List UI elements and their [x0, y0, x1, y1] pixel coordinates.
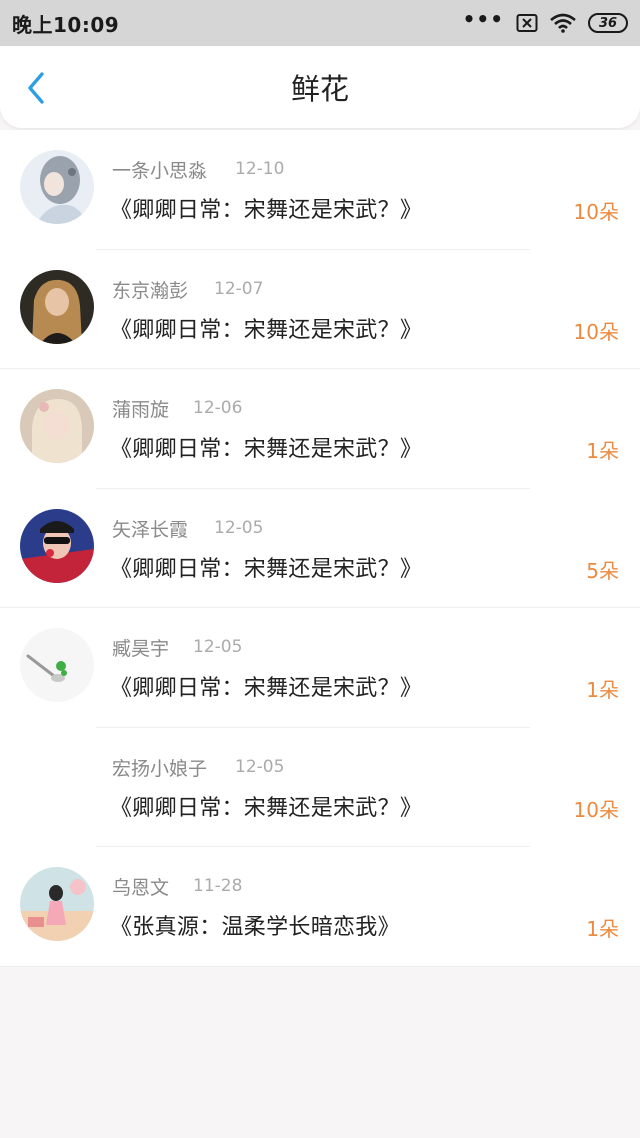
list-item[interactable]: 东京瀚彭 12-07 《卿卿日常：宋舞还是宋武？》 10朵	[0, 250, 640, 369]
wifi-icon	[550, 13, 576, 33]
status-bar: 晚上10:09 ••• 36	[0, 0, 640, 46]
flower-count: 1朵	[586, 678, 619, 702]
more-dots-icon: •••	[462, 7, 504, 31]
avatar[interactable]	[20, 867, 94, 941]
sender-name: 一条小思淼	[112, 160, 208, 182]
status-icons: ••• 36	[463, 7, 628, 33]
sender-name: 东京瀚彭	[112, 279, 189, 302]
list-item[interactable]: 臧昊宇 12-05 《卿卿日常：宋舞还是宋武？》 1朵	[0, 608, 640, 728]
send-date: 11-28	[193, 876, 243, 896]
back-button[interactable]	[18, 70, 54, 106]
list-item[interactable]: 宏扬小娘子 12-05 《卿卿日常：宋舞还是宋武？》 10朵	[0, 728, 640, 847]
avatar[interactable]	[20, 508, 94, 583]
sender-name: 臧昊宇	[112, 638, 170, 660]
flower-count: 5朵	[586, 558, 619, 583]
book-title: 《卿卿日常：宋舞还是宋武？》	[110, 437, 423, 462]
book-title: 《卿卿日常：宋舞还是宋武？》	[110, 317, 423, 343]
flower-count: 10朵	[573, 319, 619, 344]
page-title: 鲜花	[290, 72, 349, 106]
send-date: 12-07	[214, 278, 264, 299]
avatar[interactable]	[20, 628, 94, 702]
book-title: 《张真源：温柔学长暗恋我》	[110, 915, 400, 940]
send-date: 12-06	[193, 398, 243, 418]
flower-count: 10朵	[573, 200, 619, 224]
avatar[interactable]	[20, 389, 94, 463]
no-sim-icon	[516, 13, 538, 33]
flower-count: 1朵	[586, 439, 619, 463]
send-date: 12-05	[193, 637, 243, 657]
send-date: 12-05	[235, 756, 285, 777]
divider	[0, 965, 640, 967]
book-title: 《卿卿日常：宋舞还是宋武？》	[110, 676, 423, 701]
flower-count: 1朵	[586, 917, 619, 941]
sender-name: 乌恩文	[112, 877, 170, 899]
flower-list: 一条小思淼 12-10 《卿卿日常：宋舞还是宋武？》 10朵 东京瀚彭 12-0…	[0, 130, 640, 967]
list-item[interactable]: 一条小思淼 12-10 《卿卿日常：宋舞还是宋武？》 10朵	[0, 130, 640, 250]
battery-icon: 36	[588, 13, 628, 33]
list-item[interactable]: 乌恩文 11-28 《张真源：温柔学长暗恋我》 1朵	[0, 847, 640, 967]
sender-name: 宏扬小娘子	[112, 757, 208, 780]
avatar[interactable]	[20, 150, 94, 224]
sender-name: 矢泽长霞	[112, 518, 189, 541]
flower-count: 10朵	[573, 797, 619, 822]
avatar[interactable]	[20, 269, 94, 344]
book-title: 《卿卿日常：宋舞还是宋武？》	[110, 198, 423, 223]
list-item[interactable]: 蒲雨旋 12-06 《卿卿日常：宋舞还是宋武？》 1朵	[0, 369, 640, 489]
avatar[interactable]	[20, 747, 94, 822]
sender-name: 蒲雨旋	[112, 399, 170, 421]
book-title: 《卿卿日常：宋舞还是宋武？》	[110, 795, 423, 821]
page-header: 鲜花	[0, 46, 640, 128]
send-date: 12-10	[235, 159, 285, 179]
book-title: 《卿卿日常：宋舞还是宋武？》	[110, 556, 423, 582]
chevron-left-icon	[28, 72, 44, 104]
status-time: 晚上10:09	[12, 12, 120, 37]
send-date: 12-05	[214, 517, 264, 538]
list-item[interactable]: 矢泽长霞 12-05 《卿卿日常：宋舞还是宋武？》 5朵	[0, 489, 640, 608]
